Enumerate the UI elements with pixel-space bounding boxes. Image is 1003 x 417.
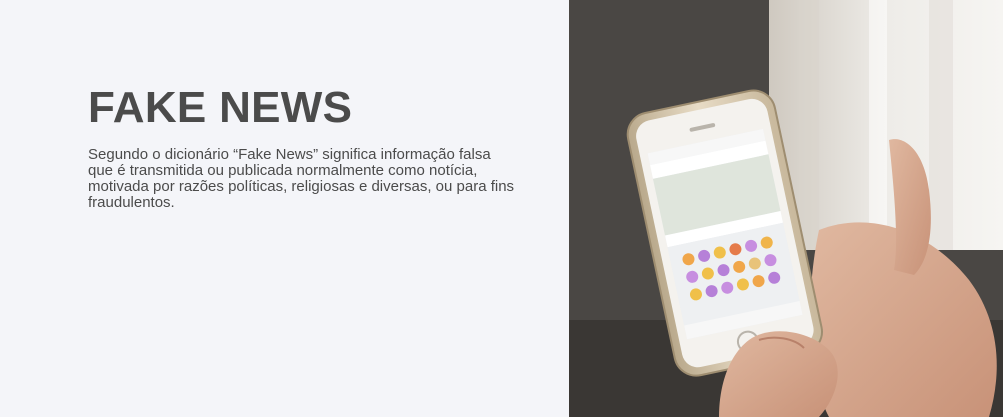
hero-section: FAKE NEWS Segundo o dicionário “Fake New… bbox=[0, 0, 1003, 417]
page-title: FAKE NEWS bbox=[88, 83, 353, 132]
smartphone-in-hand-photo bbox=[569, 0, 1003, 417]
page-description: Segundo o dicionário “Fake News” signifi… bbox=[88, 146, 515, 211]
text-panel: FAKE NEWS Segundo o dicionário “Fake New… bbox=[0, 0, 569, 417]
hero-photo bbox=[569, 0, 1003, 417]
